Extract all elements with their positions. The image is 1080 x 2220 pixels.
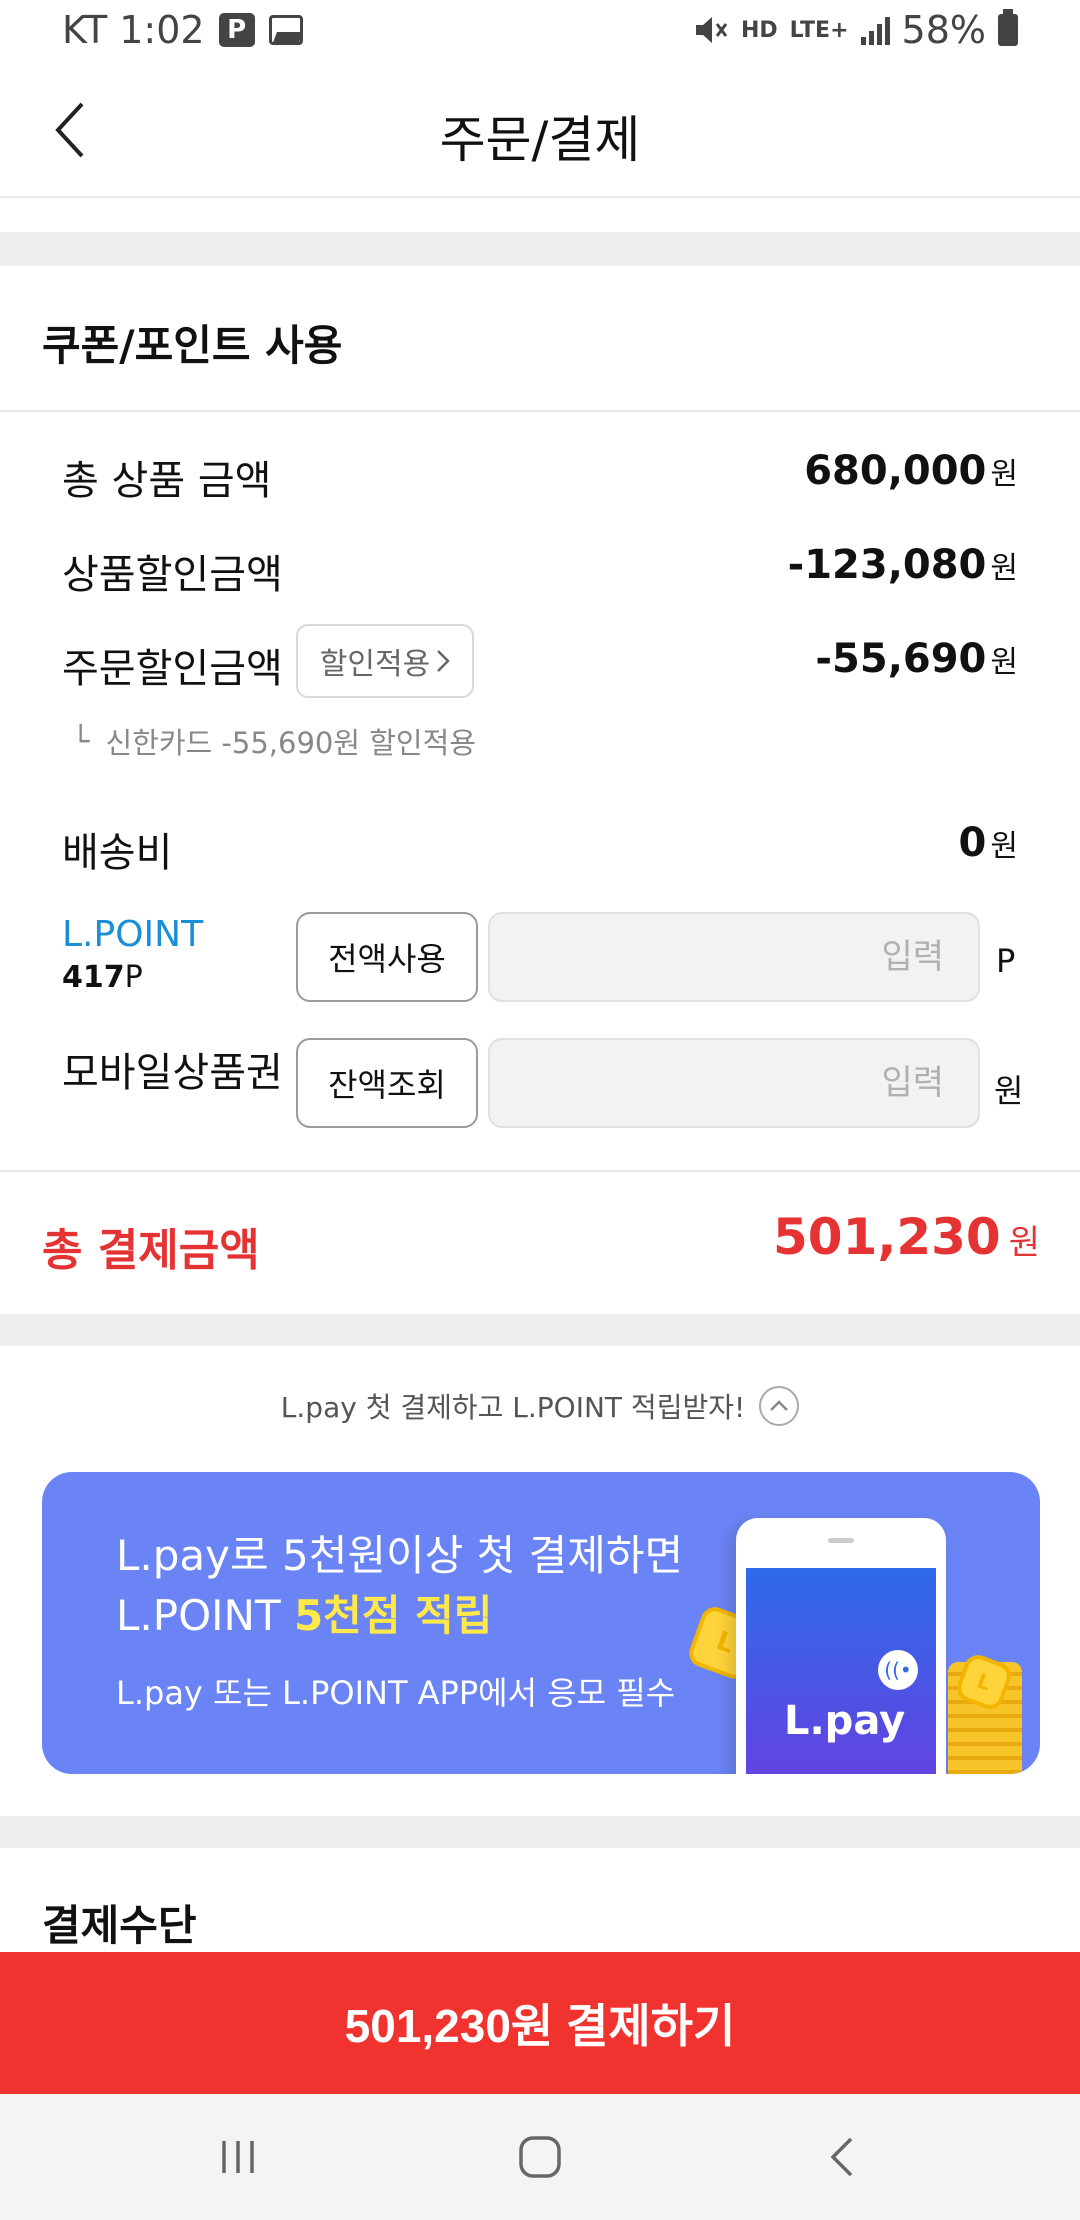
status-bar: KT 1:02 P HD LTE+ 58% [0, 0, 1080, 64]
gift-card-input[interactable] [488, 1038, 980, 1128]
discount-apply-label: 할인적용 [319, 647, 431, 682]
banner-headline-1: L.pay로 5천원이상 첫 결제하면 [116, 1531, 684, 1580]
lpoint-balance: 417P [62, 960, 143, 995]
discount-apply-button[interactable]: 할인적용 [296, 624, 474, 698]
lpoint-balance-number: 417 [62, 960, 125, 995]
order-discount-value: -55,690 원 [815, 636, 1018, 682]
recent-apps-icon [222, 2141, 254, 2173]
app-header: 주문/결제 [0, 64, 1080, 198]
product-discount-label: 상품할인금액 [62, 552, 283, 598]
banner-subtext: L.pay 또는 L.POINT APP에서 응모 필수 [116, 1674, 676, 1712]
phone-illustration: ((• L.pay [736, 1518, 946, 1774]
discount-note: └ 신한카드 -55,690원 할인적용 [72, 720, 476, 762]
battery-percent: 58% [901, 8, 986, 52]
use-all-points-button[interactable]: 전액사용 [296, 912, 478, 1002]
lpoint-balance-unit: P [124, 960, 143, 995]
back-icon [830, 2137, 853, 2177]
lpay-promo-text: L.pay 첫 결제하고 L.POINT 적립받자! [280, 1391, 746, 1424]
section-separator [0, 1314, 1080, 1346]
won-unit: 원 [1008, 1223, 1040, 1263]
banner-lpoint-text: L.POINT [116, 1591, 294, 1640]
lte-icon: LTE+ [789, 17, 849, 43]
won-unit: 원 [990, 645, 1018, 680]
gallery-notification-icon [268, 15, 303, 45]
shipping-fee-label: 배송비 [62, 830, 173, 876]
divider [0, 1170, 1080, 1172]
check-balance-button[interactable]: 잔액조회 [296, 1038, 478, 1128]
won-unit: 원 [990, 457, 1018, 492]
divider [0, 410, 1080, 412]
shipping-fee-number: 0 [958, 820, 987, 866]
pay-button[interactable]: 501,230원 결제하기 [0, 1952, 1080, 2094]
carrier-time: KT 1:02 [62, 8, 205, 52]
battery-icon [998, 9, 1018, 46]
lpoint-label: L.POINT [62, 914, 204, 955]
product-discount-number: -123,080 [787, 542, 987, 588]
system-back-button[interactable] [802, 2124, 882, 2190]
order-discount-number: -55,690 [815, 636, 987, 682]
lpay-promo-toggle[interactable]: L.pay 첫 결제하고 L.POINT 적립받자! [0, 1386, 1080, 1426]
parking-notification-icon: P [218, 13, 255, 47]
total-product-amount-label: 총 상품 금액 [62, 458, 272, 504]
status-left: KT 1:02 P [62, 8, 303, 52]
shipping-fee-value: 0 원 [959, 820, 1018, 866]
total-product-amount-number: 680,000 [804, 448, 987, 494]
payment-method-title: 결제수단 [42, 1901, 197, 1950]
phone-speaker [828, 1538, 854, 1543]
discount-note-text: 신한카드 -55,690원 할인적용 [105, 726, 476, 760]
product-discount-value: -123,080 원 [788, 542, 1018, 588]
recent-apps-button[interactable] [198, 2124, 278, 2190]
signal-icon [860, 15, 890, 45]
home-icon [519, 2136, 561, 2178]
page-title: 주문/결제 [439, 111, 641, 169]
mute-icon [695, 17, 728, 43]
mobile-gift-card-label: 모바일상품권 [62, 1050, 283, 1096]
note-branch-mark: └ [72, 724, 90, 758]
won-unit: 원 [990, 551, 1018, 586]
lpoint-input[interactable] [488, 912, 980, 1002]
chevron-right-icon [437, 650, 450, 672]
lpoint-input-unit: P [996, 942, 1016, 980]
total-payment-label: 총 결제금액 [42, 1225, 260, 1276]
banner-highlight-text: 5천점 적립 [293, 1591, 493, 1640]
total-payment-value: 501,230 원 [773, 1208, 1040, 1266]
lpay-promo-banner[interactable]: L.pay로 5천원이상 첫 결제하면 L.POINT 5천점 적립 L.pay… [42, 1472, 1040, 1774]
hd-voice-icon: HD [740, 17, 778, 43]
order-discount-label: 주문할인금액 [62, 646, 283, 692]
total-payment-number: 501,230 [772, 1208, 1001, 1266]
banner-headline-2: L.POINT 5천점 적립 [116, 1582, 492, 1643]
nfc-icon: ((• [878, 1650, 918, 1690]
system-nav-bar [0, 2094, 1080, 2220]
section-separator [0, 1816, 1080, 1848]
section-separator [0, 232, 1080, 266]
gift-card-input-unit: 원 [994, 1072, 1024, 1110]
phone-screen: ((• L.pay [746, 1568, 936, 1774]
home-button[interactable] [500, 2124, 580, 2190]
coupon-section-title: 쿠폰/포인트 사용 [42, 321, 343, 370]
chevron-up-icon[interactable] [759, 1386, 800, 1426]
lpay-logo: L.pay [784, 1698, 906, 1744]
total-product-amount-value: 680,000 원 [804, 448, 1018, 494]
won-unit: 원 [990, 829, 1018, 864]
status-right: HD LTE+ 58% [693, 8, 1018, 52]
